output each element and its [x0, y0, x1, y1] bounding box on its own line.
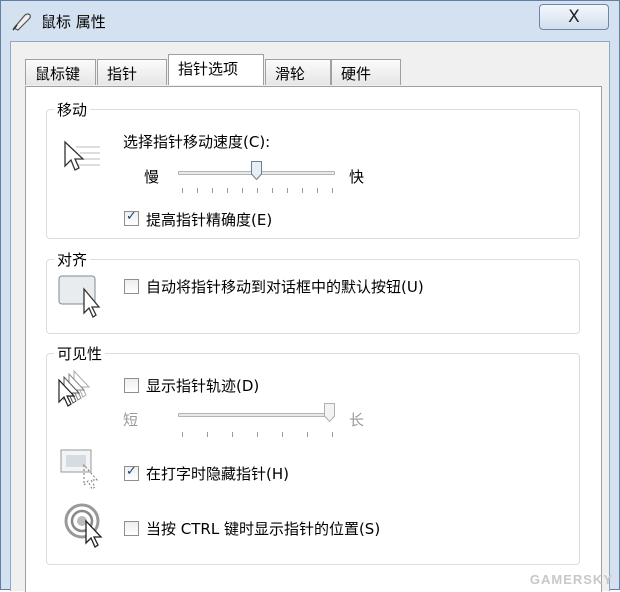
slider-tick — [182, 432, 183, 437]
slider-tick — [332, 188, 333, 193]
tab-label: 鼠标键 — [35, 65, 81, 83]
speed-slider-thumb[interactable] — [251, 161, 262, 180]
motion-group-title: 移动 — [54, 99, 91, 120]
visibility-group-title: 可见性 — [54, 343, 106, 364]
watermark: GAMERSKY — [529, 572, 613, 587]
checkmark-icon: ✓ — [126, 464, 137, 479]
slow-label: 慢 — [144, 168, 160, 186]
tab-wheel[interactable]: 滑轮 — [265, 59, 331, 85]
slider-tick — [207, 432, 208, 437]
tab-label: 指针 — [107, 65, 138, 83]
hide-while-typing-icon — [60, 449, 99, 490]
ctrl-locate-icon — [64, 503, 103, 548]
snap-group-title: 对齐 — [54, 249, 91, 270]
tab-pointers[interactable]: 指针 — [97, 59, 167, 85]
snap-checkbox[interactable] — [124, 279, 139, 294]
fast-label: 快 — [349, 168, 365, 186]
slider-tick — [242, 188, 243, 193]
slider-tick — [317, 188, 318, 193]
pointer-options-panel: 移动 选择指针移动速度(C): 慢 快 ✓ 提高指针精确度(E) 对齐 自动将指… — [25, 86, 602, 592]
trails-slider-ticks — [182, 432, 333, 438]
slider-tick — [232, 432, 233, 437]
tab-label: 滑轮 — [275, 65, 306, 83]
title-bar: 鼠标 属性 X — [1, 1, 619, 41]
hide-while-typing-checkbox[interactable]: ✓ — [124, 464, 139, 481]
slider-tick — [307, 432, 308, 437]
snap-to-button-icon — [58, 275, 101, 318]
trails-slider-thumb[interactable] — [324, 403, 335, 422]
long-label: 长 — [349, 411, 365, 429]
trails-label: 显示指针轨迹(D) — [146, 377, 260, 395]
slider-tick — [182, 188, 183, 193]
slider-tick — [197, 188, 198, 193]
precision-label: 提高指针精确度(E) — [146, 211, 273, 229]
slider-tick — [257, 188, 258, 193]
speed-slider-ticks — [182, 188, 333, 194]
hide-while-typing-label: 在打字时隐藏指针(H) — [146, 465, 289, 483]
slider-tick — [227, 188, 228, 193]
snap-label: 自动将指针移动到对话框中的默认按钮(U) — [146, 278, 424, 296]
mouse-properties-window: 鼠标 属性 X 鼠标键 指针 指针选项 滑轮 硬件 移动 选择指针移动速度(C)… — [0, 0, 620, 592]
tab-label: 硬件 — [341, 65, 372, 83]
window-title: 鼠标 属性 — [41, 13, 106, 31]
speed-label: 选择指针移动速度(C): — [123, 133, 271, 151]
precision-checkbox[interactable]: ✓ — [124, 209, 139, 226]
dialog-client: 鼠标键 指针 指针选项 滑轮 硬件 移动 选择指针移动速度(C): 慢 快 ✓ … — [10, 41, 610, 592]
slider-tick — [332, 432, 333, 437]
ctrl-locate-checkbox[interactable] — [124, 521, 139, 536]
close-button[interactable]: X — [539, 4, 609, 30]
pointer-speed-icon — [64, 140, 100, 171]
tab-label: 指针选项 — [178, 60, 239, 78]
trails-slider-track[interactable] — [178, 413, 335, 417]
pointer-trails-icon — [58, 369, 91, 407]
slider-tick — [272, 188, 273, 193]
trails-checkbox[interactable] — [124, 378, 139, 393]
short-label: 短 — [123, 411, 139, 429]
tab-buttons[interactable]: 鼠标键 — [25, 59, 96, 85]
slider-tick — [257, 432, 258, 437]
tab-pointer-options[interactable]: 指针选项 — [168, 54, 264, 85]
slider-tick — [212, 188, 213, 193]
tab-hardware[interactable]: 硬件 — [331, 59, 401, 85]
slider-tick — [287, 188, 288, 193]
close-icon: X — [568, 7, 580, 27]
slider-tick — [282, 432, 283, 437]
checkmark-icon: ✓ — [126, 209, 137, 224]
mouse-icon — [12, 13, 31, 31]
ctrl-locate-label: 当按 CTRL 键时显示指针的位置(S) — [146, 520, 381, 538]
slider-tick — [302, 188, 303, 193]
